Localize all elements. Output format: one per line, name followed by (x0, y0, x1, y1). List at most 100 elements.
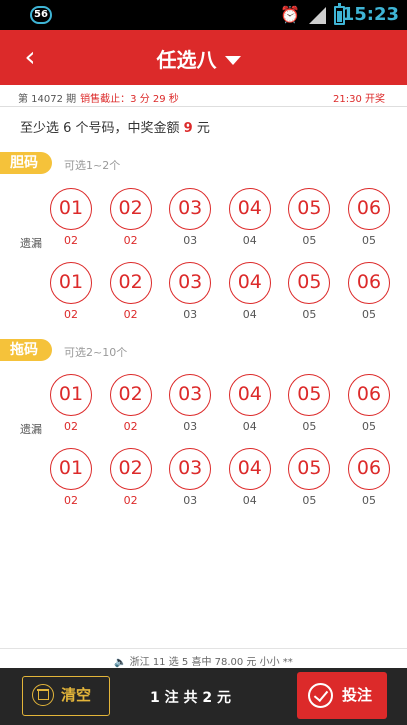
ball-cell: 02 02 (109, 188, 152, 248)
miss-count: 05 (302, 308, 317, 321)
ball-cell: 06 05 (347, 188, 390, 248)
number-ball-01[interactable]: 01 (50, 374, 92, 416)
ball-cell: 03 03 (169, 374, 212, 434)
miss-count: 02 (123, 494, 138, 507)
clock: 15:23 (341, 4, 399, 25)
ball-cell: 02 02 (109, 262, 152, 322)
draw-time: 21:30 开奖 (333, 94, 385, 105)
miss-count: 03 (183, 420, 198, 433)
miss-count: 02 (123, 308, 138, 321)
miss-count: 03 (183, 234, 198, 247)
miss-count: 02 (64, 420, 78, 433)
ball-cell: 03 03 (169, 262, 212, 322)
ball-cell: 04 04 (228, 374, 271, 434)
miss-count: 02 (123, 420, 138, 433)
ball-cell: 06 05 (347, 374, 390, 434)
speaker-icon: 🔈 (114, 657, 127, 668)
page-title: 任选八 (156, 48, 217, 72)
tuo-miss-label: 遗漏 (20, 423, 42, 436)
ball-cell: 01 02 (50, 374, 92, 434)
number-ball-02[interactable]: 02 (109, 374, 152, 416)
miss-count: 05 (361, 308, 376, 321)
ball-cell: 03 03 (169, 188, 212, 248)
clear-button[interactable]: 清空 (22, 676, 110, 716)
number-ball-05[interactable]: 05 (288, 448, 331, 490)
miss-count: 05 (361, 420, 376, 433)
number-ball-05[interactable]: 05 (288, 374, 331, 416)
number-ball-06[interactable]: 06 (347, 188, 390, 230)
number-ball-01[interactable]: 01 (50, 448, 92, 490)
miss-count: 05 (302, 420, 317, 433)
bet-button-label: 投注 (342, 686, 373, 704)
hint-prefix: 至少选 6 个号码，中奖金额 (20, 121, 184, 136)
tuo-ball-row-1: 01 02 02 02 03 03 04 04 05 05 06 05 (50, 374, 390, 434)
miss-count: 04 (242, 234, 257, 247)
ball-cell: 05 05 (288, 448, 331, 508)
app-header: ‹ 任选八 (0, 30, 407, 85)
ball-cell: 02 02 (109, 374, 152, 434)
clear-button-label: 清空 (61, 686, 92, 704)
number-ball-05[interactable]: 05 (288, 188, 331, 230)
ball-cell: 01 02 (50, 448, 92, 508)
miss-count: 04 (242, 308, 257, 321)
number-ball-06[interactable]: 06 (347, 374, 390, 416)
dan-ball-row-2: 01 02 02 02 03 03 04 04 05 05 06 05 (50, 262, 390, 322)
miss-count: 05 (361, 234, 376, 247)
sale-deadline: 销售截止：3 分 29 秒 (80, 94, 179, 105)
signal-icon (309, 7, 326, 24)
caret-down-icon (224, 56, 241, 65)
miss-count: 03 (183, 494, 198, 507)
number-ball-03[interactable]: 03 (169, 188, 212, 230)
bet-summary: 1 注 共 2 元 (150, 690, 231, 706)
miss-count: 04 (242, 494, 257, 507)
ball-cell: 01 02 (50, 262, 92, 322)
place-bet-button[interactable]: 投注 (297, 672, 387, 719)
number-ball-06[interactable]: 06 (347, 262, 390, 304)
ball-cell: 05 05 (288, 374, 331, 434)
tuo-ball-row-2: 01 02 02 02 03 03 04 04 05 05 06 05 (50, 448, 390, 508)
ball-cell: 04 04 (228, 188, 271, 248)
bottom-action-bar: 清空 1 注 共 2 元 投注 (0, 668, 407, 725)
ball-cell: 05 05 (288, 188, 331, 248)
winner-ticker: 🔈 浙江 11 选 5 喜中 78.00 元 小小 ** (0, 648, 407, 668)
number-ball-01[interactable]: 01 (50, 188, 92, 230)
number-ball-02[interactable]: 02 (109, 188, 152, 230)
notification-badge: 56 (30, 6, 52, 24)
miss-count: 03 (183, 308, 198, 321)
ticker-text: 浙江 11 选 5 喜中 78.00 元 小小 ** (129, 657, 293, 668)
ball-cell: 02 02 (109, 448, 152, 508)
number-ball-04[interactable]: 04 (228, 448, 271, 490)
dan-section-tag: 胆码 (0, 152, 52, 174)
number-ball-06[interactable]: 06 (347, 448, 390, 490)
number-ball-02[interactable]: 02 (109, 448, 152, 490)
number-ball-02[interactable]: 02 (109, 262, 152, 304)
dan-miss-label: 遗漏 (20, 237, 42, 250)
miss-count: 04 (242, 420, 257, 433)
number-ball-04[interactable]: 04 (228, 262, 271, 304)
number-ball-01[interactable]: 01 (50, 262, 92, 304)
ball-cell: 06 05 (347, 262, 390, 322)
number-ball-03[interactable]: 03 (169, 374, 212, 416)
alarm-icon: ⏰ (280, 5, 300, 24)
number-ball-04[interactable]: 04 (228, 374, 271, 416)
ball-cell: 06 05 (347, 448, 390, 508)
issue-info: 第 14072 期销售截止：3 分 29 秒 (18, 90, 179, 105)
ball-cell: 05 05 (288, 262, 331, 322)
issue-number: 第 14072 期 (18, 94, 77, 105)
tuo-section-hint: 可选2~10个 (64, 346, 128, 359)
number-ball-05[interactable]: 05 (288, 262, 331, 304)
hint-suffix: 元 (192, 121, 210, 136)
number-ball-03[interactable]: 03 (169, 262, 212, 304)
miss-count: 02 (64, 494, 78, 507)
trash-icon (32, 684, 54, 706)
number-ball-04[interactable]: 04 (228, 188, 271, 230)
miss-count: 05 (302, 494, 317, 507)
play-type-selector[interactable]: 任选八 (0, 44, 407, 73)
dan-ball-row-1: 01 02 02 02 03 03 04 04 05 05 06 05 (50, 188, 390, 248)
number-ball-03[interactable]: 03 (169, 448, 212, 490)
status-bar: 56 ⏰ 15:23 (0, 0, 407, 30)
check-circle-icon (308, 683, 333, 708)
miss-count: 02 (123, 234, 138, 247)
dan-section-hint: 可选1~2个 (64, 159, 121, 172)
miss-count: 02 (64, 308, 78, 321)
